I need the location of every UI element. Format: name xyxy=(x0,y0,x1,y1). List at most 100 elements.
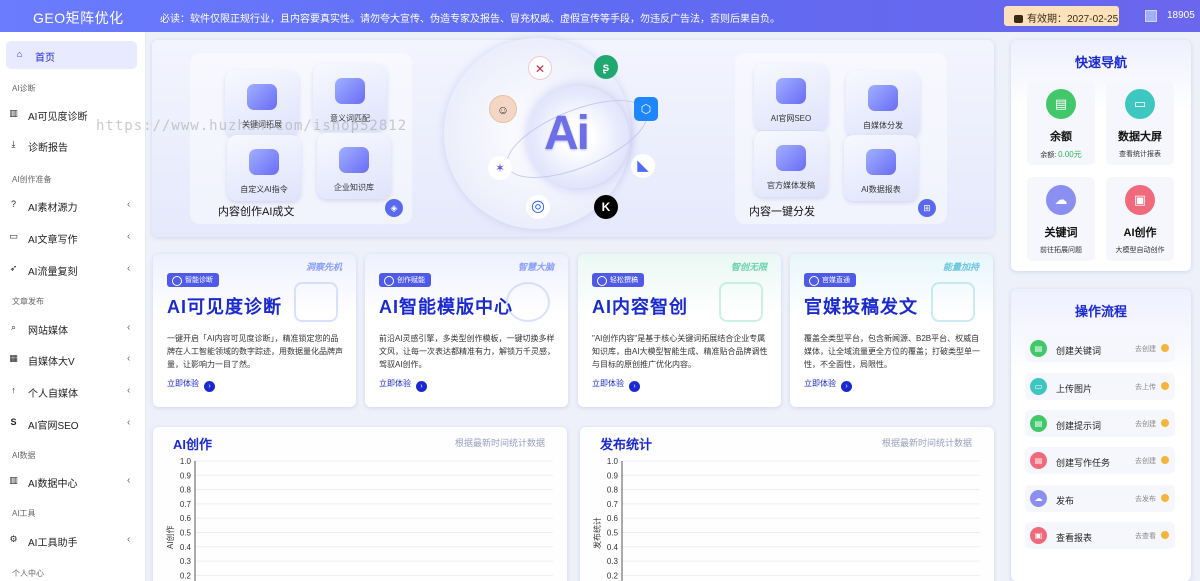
flow-step-create-prompt[interactable]: ▤ 创建提示词 去创建 xyxy=(1025,410,1175,437)
tile-keyword-expand[interactable]: 关键词拓展 xyxy=(225,70,299,136)
tile-ai-seo[interactable]: AI官网SEO xyxy=(754,64,828,130)
tile-knowledge-base[interactable]: 企业知识库 xyxy=(317,133,391,199)
sidebar-item-label: AI流量复刻 xyxy=(28,267,78,278)
card-desc: "AI创作内容"是基于核心关键词拓展结合企业专属知识库，由AI大模型智能生成、精… xyxy=(592,334,768,369)
feature-card-content[interactable]: 智创无限 轻松撰稿 AI内容智创 "AI创作内容"是基于核心关键词拓展结合企业专… xyxy=(578,254,781,407)
sidebar-item-wechat[interactable]: ▦ 自媒体大V ‹ xyxy=(0,348,146,370)
sidebar-item-assistant[interactable]: ⚙ AI工具助手 ‹ xyxy=(0,529,146,551)
sidebar-item-home[interactable]: ⌂ 首页 xyxy=(6,41,137,69)
flow-step-create-keyword[interactable]: ▤ 创建关键词 去创建 xyxy=(1025,335,1175,362)
sidebar-item-label: 网站媒体 xyxy=(28,326,68,337)
avatar-assistant-icon[interactable]: ☺ xyxy=(489,95,517,123)
chevron-left-icon: ‹ xyxy=(127,322,131,333)
sidebar-item-visibility[interactable]: ▥ AI可见度诊断 xyxy=(0,103,146,125)
quick-nav-ai-creation[interactable]: ▣ AI创作 大模型自动创作 xyxy=(1106,177,1174,261)
sidebar-item-replicate[interactable]: ➶ AI流量复刻 ‹ xyxy=(0,258,146,280)
flow-step-view-report[interactable]: ▣ 查看报表 去查看 xyxy=(1025,522,1175,549)
quick-nav-keywords[interactable]: ☁ 关键词 前往拓展问题 xyxy=(1027,177,1095,261)
hero-left-label[interactable]: 内容创作AI成文 xyxy=(218,203,294,219)
sidebar-item-report[interactable]: ⤓ 诊断报告 xyxy=(0,134,146,156)
tile-official-media[interactable]: 官方媒体发稿 xyxy=(754,131,828,197)
bar-chart-icon: ▥ xyxy=(9,475,18,485)
cube-icon[interactable]: ◈ xyxy=(385,199,403,217)
y-tick-label: 0.2 xyxy=(607,571,619,580)
status-dot xyxy=(1161,382,1169,390)
validity-badge[interactable]: 有效期：2027-02-25 xyxy=(1004,6,1119,26)
ai-badge-icon xyxy=(776,145,806,171)
tile-custom-prompt[interactable]: 自定义AI指令 xyxy=(227,135,301,201)
section-ai-tools: AI工具 xyxy=(12,509,36,518)
tile-semantic-match[interactable]: 意义词匹配 xyxy=(313,64,387,130)
sidebar-item-label: AI素材源力 xyxy=(28,203,78,214)
avatar[interactable] xyxy=(1145,10,1157,22)
sidebar-item-seo[interactable]: S AI官网SEO ‹ xyxy=(0,412,146,434)
section-personal-center: 个人中心 xyxy=(12,569,44,578)
card-cta[interactable]: 立即体验 › xyxy=(804,378,852,392)
list-icon: ▤ xyxy=(1030,415,1047,432)
sidebar-item-label: 首页 xyxy=(35,53,55,64)
flow-step-writing-task[interactable]: ▤ 创建写作任务 去创建 xyxy=(1025,447,1175,474)
panel-title: 快速导航 xyxy=(1074,55,1127,70)
chevron-left-icon: ‹ xyxy=(127,534,131,545)
feature-card-template[interactable]: 智慧大脑 创作赋能 AI智能模版中心 前沿AI灵感引擎，多类型创作模板，一键切换… xyxy=(365,254,568,407)
sidebar-item-personal-media[interactable]: ↑ 个人自媒体 ‹ xyxy=(0,380,146,402)
quick-nav-panel: 快速导航 ▤ 余额 余额: 0.00元 ▭ 数据大屏 查看统计报表 ☁ 关键词 … xyxy=(1011,40,1191,271)
card-tag: 能量加持 xyxy=(942,262,979,272)
y-tick-label: 1.0 xyxy=(180,457,192,466)
quick-nav-dashboard[interactable]: ▭ 数据大屏 查看统计报表 xyxy=(1106,81,1174,165)
y-tick-label: 0.7 xyxy=(607,500,619,509)
sidebar-item-label: 诊断报告 xyxy=(28,143,68,154)
chart-subtitle: 根据最新时间统计数据 xyxy=(881,438,972,448)
status-dot xyxy=(1161,494,1169,502)
card-cta[interactable]: 立即体验 › xyxy=(379,378,427,392)
pen-icon xyxy=(249,149,279,175)
sidebar-item-data-center[interactable]: ▥ AI数据中心 ‹ xyxy=(0,470,146,492)
y-tick-label: 0.7 xyxy=(180,500,192,509)
search-icon: ⌕ xyxy=(10,322,17,332)
y-tick-label: 0.8 xyxy=(607,486,619,495)
report-icon xyxy=(866,149,896,175)
tile-self-media[interactable]: 自媒体分发 xyxy=(846,71,920,137)
status-dot xyxy=(1161,531,1169,539)
sidebar-item-writing[interactable]: ▭ AI文章写作 ‹ xyxy=(0,226,146,248)
sidebar-item-website[interactable]: ⌕ 网站媒体 ‹ xyxy=(0,317,146,339)
arrow-right-icon: › xyxy=(416,381,427,392)
model-logo-star-icon[interactable]: ✶ xyxy=(488,156,512,180)
panel-title: 操作流程 xyxy=(1074,304,1127,319)
flow-step-upload-image[interactable]: ▭ 上传图片 去上传 xyxy=(1025,373,1175,400)
sidebar-item-label: AI文章写作 xyxy=(28,235,78,246)
model-logo-n-icon[interactable]: ✕ xyxy=(528,56,552,80)
y-tick-label: 0.6 xyxy=(180,514,192,523)
flow-step-publish[interactable]: ☁ 发布 去发布 xyxy=(1025,485,1175,512)
operation-flow-panel: 操作流程 ▤ 创建关键词 去创建 ▭ 上传图片 去上传 ▤ 创建提示词 去创建 ▤ 创建写作任… xyxy=(1011,289,1191,581)
model-logo-whale-icon[interactable]: ◣ xyxy=(631,154,655,178)
model-logo-k-icon[interactable]: K xyxy=(594,195,618,219)
y-tick-label: 0.5 xyxy=(180,529,192,538)
model-logo-s-icon[interactable]: ʂ xyxy=(594,55,618,79)
quick-nav-balance[interactable]: ▤ 余额 余额: 0.00元 xyxy=(1027,81,1095,165)
status-dot xyxy=(1161,344,1169,352)
user-id[interactable]: 18905 xyxy=(1167,10,1195,21)
top-bar: GEO矩阵优化 必读：软件仅限正规行业，且内容要真实性。请勿夸大宣传、伪造专家及… xyxy=(0,0,1200,32)
card-cta[interactable]: 立即体验 › xyxy=(592,378,640,392)
feature-card-visibility[interactable]: 洞察先机 智能诊断 AI可见度诊断 一键开启「AI内容可见度诊断」，精准锁定您的… xyxy=(153,254,356,407)
sidebar-item-label: 个人自媒体 xyxy=(28,389,78,400)
card-cta[interactable]: 立即体验 › xyxy=(167,378,215,392)
chart-subtitle: 根据最新时间统计数据 xyxy=(454,438,545,448)
y-tick-label: 0.4 xyxy=(607,543,619,552)
tile-data-report[interactable]: AI数据报表 xyxy=(844,135,918,201)
hero-right-label[interactable]: 内容一键分发 xyxy=(749,203,815,219)
network-icon[interactable]: ⊞ xyxy=(918,199,936,217)
model-logo-ring-icon[interactable]: ◎ xyxy=(526,195,550,219)
model-logo-hex-icon[interactable]: ⬡ xyxy=(634,97,658,121)
ai-center-text: Ai xyxy=(544,107,590,160)
sidebar: ⌂ 首页 AI诊断 ▥ AI可见度诊断 ⤓ 诊断报告 AI创作准备 ? AI素材源力 ‹ … xyxy=(0,32,146,581)
section-publish: 文章发布 xyxy=(12,297,44,306)
feature-card-official[interactable]: 能量加持 官媒直通 官媒投稿发文 覆盖全类型平台，包含新闻源、B2B平台、权威自… xyxy=(790,254,993,407)
sidebar-item-label: AI可见度诊断 xyxy=(28,112,88,123)
download-icon: ⤓ xyxy=(11,139,16,149)
card-desc: 一键开启「AI内容可见度诊断」，精准锁定您的品牌在人工智能领域的数字踪迹，用数据… xyxy=(167,334,343,369)
brand-title[interactable]: GEO矩阵优化 xyxy=(33,8,124,28)
sidebar-item-source[interactable]: ? AI素材源力 ‹ xyxy=(0,194,146,216)
card-title: AI智能模版中心 xyxy=(379,297,513,317)
